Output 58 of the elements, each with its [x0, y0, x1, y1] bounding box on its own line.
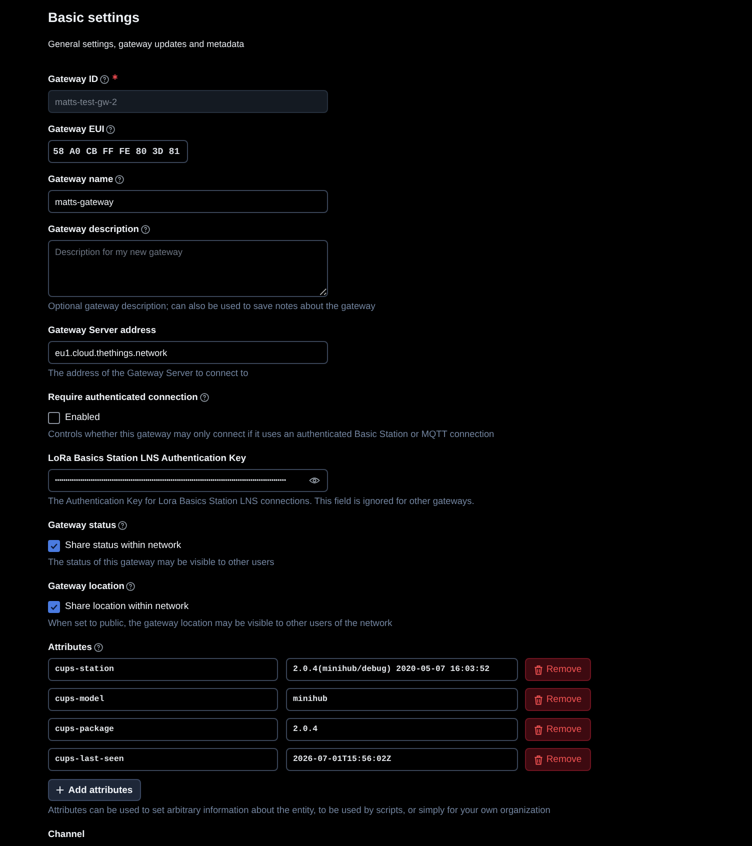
field-label: Require authenticated connection	[48, 391, 198, 403]
add-attributes-button[interactable]: Add attributes	[48, 779, 141, 801]
checkbox[interactable]	[48, 412, 60, 424]
field-description: Controls whether this gateway may only connect if it uses an authenticated Basic Station or MQTT connection	[48, 428, 496, 440]
field-label: LoRa Basics Station LNS Authentication Key	[48, 452, 246, 464]
checkmark-icon	[49, 540, 59, 550]
section-subtitle: General settings, gateway updates and metadata	[48, 38, 246, 50]
trash-icon	[534, 754, 544, 764]
help-icon[interactable]	[106, 124, 116, 134]
help-icon[interactable]	[140, 224, 150, 234]
help-icon[interactable]	[94, 642, 103, 652]
plus-icon	[56, 786, 64, 794]
attribute-value-field[interactable]: 2026-07-01T15:56:02Z	[286, 748, 518, 771]
eye-icon[interactable]	[309, 477, 320, 484]
help-icon[interactable]	[200, 392, 209, 402]
attribute-key-field[interactable]: cups-last-seen	[48, 748, 278, 771]
remove-button[interactable]: Remove	[525, 718, 591, 741]
trash-icon	[534, 724, 544, 734]
field-description: The address of the Gateway Server to connect to	[48, 367, 250, 379]
remove-button[interactable]: Remove	[525, 658, 591, 681]
text-field[interactable]: matts-gateway	[48, 190, 328, 213]
remove-button[interactable]: Remove	[525, 688, 591, 711]
checkbox-label[interactable]: Enabled	[65, 412, 100, 424]
field-label: Attributes	[48, 641, 92, 653]
attribute-value-field[interactable]: minihub	[286, 688, 518, 711]
eui-field[interactable]: 58 A0 CB FF FE 80 3D 81	[48, 140, 188, 163]
field-description: Attributes can be used to set arbitrary information about the entity, to be used by scripts, or simply for your own organization	[48, 804, 552, 816]
remove-button[interactable]: Remove	[525, 748, 591, 771]
attribute-value-field[interactable]: 2.0.4(minihub/debug) 2020-05-07 16:03:52	[286, 658, 518, 681]
checkbox[interactable]	[48, 540, 60, 552]
field-label: Gateway Server address	[48, 324, 156, 336]
field-description: When set to public, the gateway location may be visible to other users of the network	[48, 617, 394, 629]
field-label: Gateway description	[48, 223, 139, 235]
field-label: Gateway ID	[48, 73, 98, 85]
description-textarea[interactable]: Description for my new gateway	[48, 240, 328, 297]
checkbox-label[interactable]: Share location within network	[65, 600, 189, 612]
attribute-key-field[interactable]: cups-station	[48, 658, 278, 681]
checkbox[interactable]	[48, 600, 60, 612]
field-label: Channel	[48, 828, 85, 840]
field-label: Gateway location	[48, 580, 124, 592]
section-title: Basic settings	[48, 9, 141, 26]
field-label: Gateway EUI	[48, 123, 104, 135]
trash-icon	[534, 694, 544, 704]
field-description: The status of this gateway may be visible to other users	[48, 556, 276, 568]
field-label: Gateway status	[48, 519, 116, 531]
attribute-value-field[interactable]: 2.0.4	[286, 718, 518, 741]
help-icon[interactable]	[115, 174, 124, 184]
help-icon[interactable]	[118, 520, 128, 530]
trash-icon	[534, 664, 544, 674]
field-description: The Authentication Key for Lora Basics Station LNS connections. This field is ignored for other gateways.	[48, 495, 476, 507]
attribute-key-field[interactable]: cups-package	[48, 718, 278, 741]
checkbox-label[interactable]: Share status within network	[65, 540, 182, 552]
field-label: Gateway name	[48, 173, 114, 185]
help-icon[interactable]	[126, 582, 136, 590]
checkmark-icon	[49, 602, 59, 612]
attribute-key-field[interactable]: cups-model	[48, 688, 278, 711]
text-field[interactable]: eu1.cloud.thethings.network	[48, 341, 328, 364]
field-description: Optional gateway description; can also be used to save notes about the gateway	[48, 300, 376, 312]
